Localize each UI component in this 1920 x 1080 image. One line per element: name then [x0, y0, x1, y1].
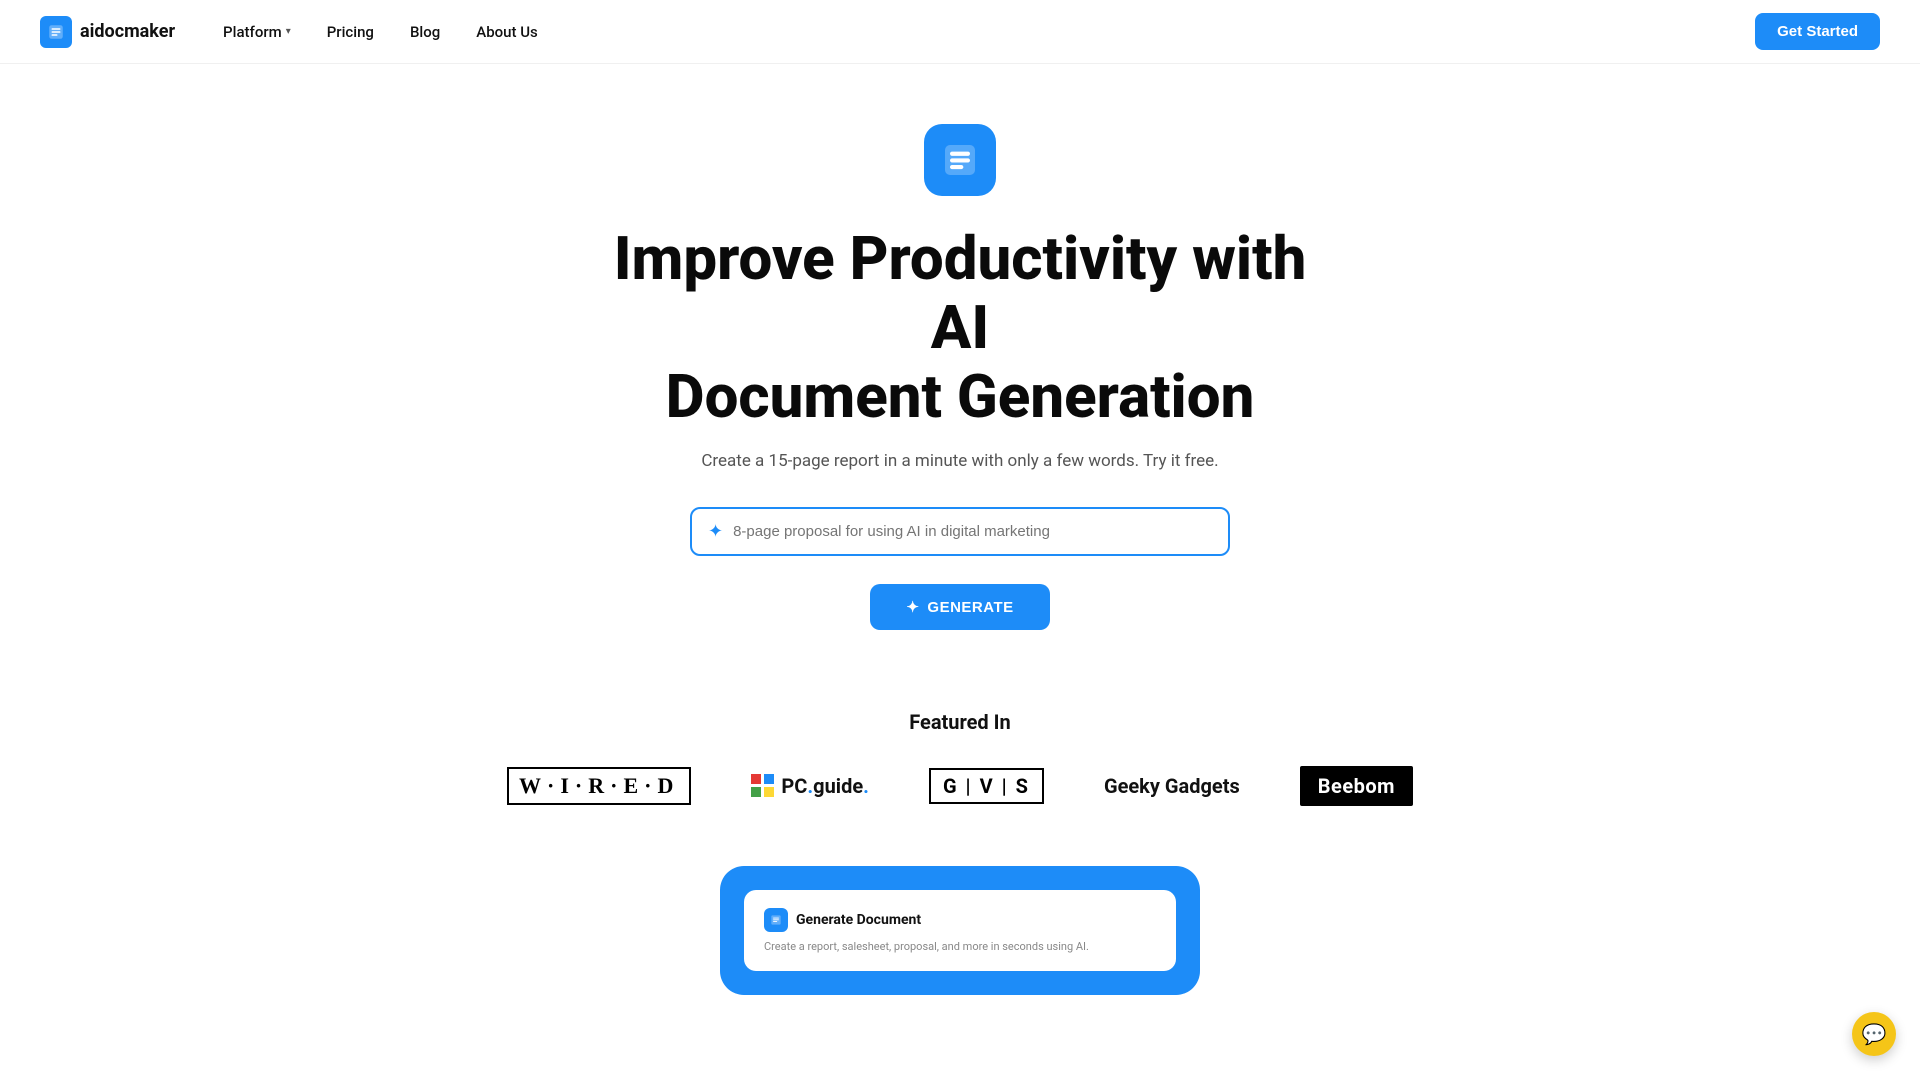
chat-widget[interactable]: 💬	[1852, 1012, 1896, 1056]
hero-section: Improve Productivity with AI Document Ge…	[0, 64, 1920, 670]
nav-links: Platform ▾ Pricing Blog About Us	[223, 23, 1755, 41]
preview-doc-icon	[764, 908, 788, 932]
preview-desc: Create a report, salesheet, proposal, an…	[764, 940, 1156, 953]
preview-card: Generate Document Create a report, sales…	[720, 866, 1200, 995]
nav-cta: Get Started	[1755, 13, 1880, 50]
hero-heading: Improve Productivity with AI Document Ge…	[610, 224, 1310, 431]
pcguide-logo: PC.guide.	[751, 774, 869, 798]
preview-title: Generate Document	[796, 912, 921, 928]
featured-title: Featured In	[909, 710, 1010, 734]
preview-inner-header: Generate Document	[764, 908, 1156, 932]
hero-icon	[924, 124, 996, 196]
wired-logo: W·I·R·E·D	[507, 767, 691, 805]
featured-logos: W·I·R·E·D PC.guide. G | V | S Geeky Gadg…	[507, 766, 1413, 806]
navbar: aidocmaker Platform ▾ Pricing Blog About…	[0, 0, 1920, 64]
generate-sparkle-icon: ✦	[906, 598, 919, 616]
beebom-logo: Beebom	[1300, 766, 1413, 806]
nav-blog[interactable]: Blog	[410, 23, 440, 41]
nav-platform[interactable]: Platform ▾	[223, 23, 291, 41]
logo-icon	[40, 16, 72, 48]
search-box: ✦	[690, 507, 1230, 556]
nav-pricing[interactable]: Pricing	[327, 23, 374, 41]
logo-text: aidocmaker	[80, 21, 175, 42]
featured-section: Featured In W·I·R·E·D PC.guide. G | V | …	[0, 670, 1920, 866]
geeky-gadgets-logo: Geeky Gadgets	[1104, 774, 1240, 798]
sparkle-icon: ✦	[708, 521, 723, 542]
hero-subtext: Create a 15-page report in a minute with…	[701, 451, 1218, 471]
preview-section: Generate Document Create a report, sales…	[0, 866, 1920, 995]
chevron-down-icon: ▾	[286, 26, 291, 37]
chat-icon: 💬	[1862, 1022, 1887, 1046]
generate-button[interactable]: ✦ GENERATE	[870, 584, 1049, 630]
get-started-button[interactable]: Get Started	[1755, 13, 1880, 50]
search-input[interactable]	[733, 523, 1212, 540]
logo-link[interactable]: aidocmaker	[40, 16, 175, 48]
preview-inner: Generate Document Create a report, sales…	[744, 890, 1176, 971]
gvs-logo: G | V | S	[929, 768, 1044, 804]
nav-about[interactable]: About Us	[476, 23, 538, 41]
